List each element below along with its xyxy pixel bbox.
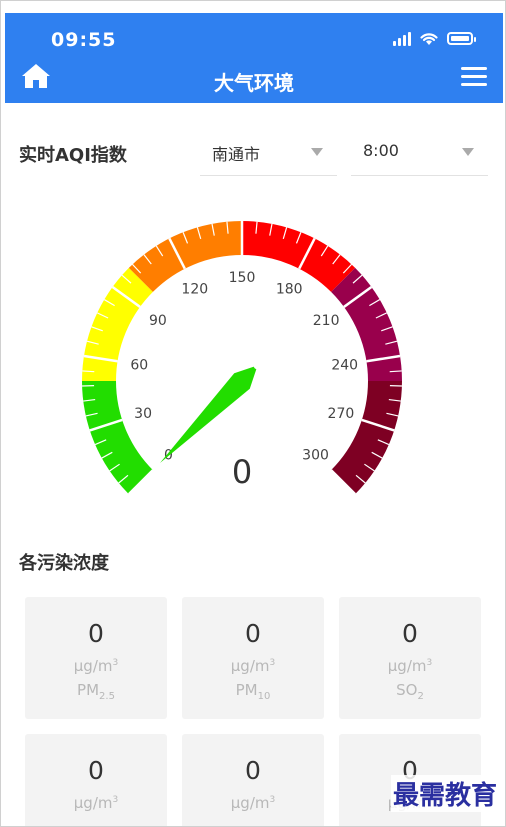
pollutant-name: SO2 <box>396 681 424 702</box>
pollutant-unit-exponent: 3 <box>426 658 433 668</box>
gauge-tick-label: 270 <box>328 406 355 422</box>
aqi-value: 0 <box>232 453 252 491</box>
gauge-needle-pivot <box>253 361 262 370</box>
pollutant-name-subscript: 2 <box>417 691 424 702</box>
pollutant-unit-exponent: 3 <box>269 658 276 668</box>
gauge-tick-label: 90 <box>149 313 167 329</box>
wifi-icon <box>420 33 438 45</box>
gauge-minor-tick <box>389 370 402 373</box>
pollutant-value: 0 <box>88 619 104 648</box>
chevron-down-icon <box>311 148 323 156</box>
pollutant-unit: μg/m3 <box>230 794 276 812</box>
gauge-tick-label: 240 <box>331 358 358 374</box>
pollutant-unit: μg/m3 <box>387 657 433 675</box>
city-select-value: 南通市 <box>212 145 261 164</box>
pollutant-name: PM2.5 <box>77 681 115 702</box>
pollutants-title: 各污染浓度 <box>19 553 109 574</box>
signal-icon <box>393 31 411 46</box>
time-select-value: 8:00 <box>363 141 399 160</box>
aqi-gauge: 0306090120150180210240270300 0 <box>82 221 403 496</box>
pollutant-name-subscript: 2.5 <box>99 691 115 702</box>
gauge-tick-label: 180 <box>276 281 303 297</box>
pollutant-card[interactable]: 0 μg/m3 PM2.5 <box>25 597 167 719</box>
pollutant-value: 0 <box>245 756 261 785</box>
gauge-tick-label: 210 <box>313 313 340 329</box>
app-frame: 09:55 大气环境 实时AQI指数 南通市 8:00 30 60 90 120… <box>0 0 506 827</box>
pollutant-card[interactable]: 0 μg/m3 <box>182 734 324 826</box>
menu-icon[interactable] <box>461 67 487 87</box>
pollutant-unit-exponent: 3 <box>112 795 119 805</box>
pollutant-card[interactable]: 0 μg/m3 <box>25 734 167 826</box>
city-select[interactable]: 南通市 <box>200 131 337 176</box>
gauge-tick-label: 150 <box>229 270 256 286</box>
gauge-tick-label: 300 <box>302 448 329 464</box>
gauge-tick-label: 60 <box>130 358 148 374</box>
top-bar: 09:55 大气环境 <box>5 13 503 103</box>
aqi-title: 实时AQI指数 <box>19 145 127 166</box>
gauge-tick-label: 120 <box>181 281 208 297</box>
pollutant-card[interactable]: 0 μg/m3 PM10 <box>182 597 324 719</box>
pollutant-value: 0 <box>245 619 261 648</box>
time-select[interactable]: 8:00 <box>351 131 488 176</box>
watermark-logo: 最需教育 <box>390 775 499 812</box>
pollutant-name-subscript: 10 <box>257 691 271 702</box>
gauge-band-0 <box>82 381 153 495</box>
chevron-down-icon <box>462 148 474 156</box>
gauge-minor-tick <box>82 370 95 373</box>
gauge-tick-label: 30 <box>134 406 152 422</box>
status-time: 09:55 <box>51 29 117 51</box>
pollutant-unit: μg/m3 <box>230 657 276 675</box>
pollutant-unit: μg/m3 <box>73 657 119 675</box>
gauge-needle <box>159 365 258 464</box>
status-icons <box>393 31 476 46</box>
page-title: 大气环境 <box>214 71 294 95</box>
battery-icon <box>447 32 476 45</box>
pollutant-unit-exponent: 3 <box>269 795 276 805</box>
pollutant-unit: μg/m3 <box>73 794 119 812</box>
gauge-band-5 <box>331 381 403 495</box>
pollutant-name: PM10 <box>235 681 271 702</box>
pollutant-unit-exponent: 3 <box>112 658 119 668</box>
pollutant-card[interactable]: 0 μg/m3 SO2 <box>339 597 481 719</box>
pollutant-value: 0 <box>88 756 104 785</box>
pollutant-value: 0 <box>402 619 418 648</box>
